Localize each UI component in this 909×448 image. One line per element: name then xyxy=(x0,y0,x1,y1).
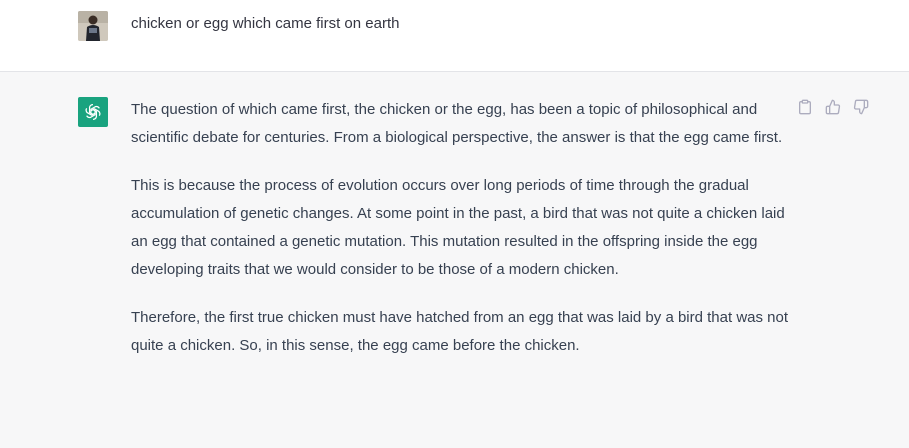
user-message-row: chicken or egg which came first on earth xyxy=(0,0,909,72)
copy-button[interactable] xyxy=(796,98,814,116)
user-avatar xyxy=(78,11,108,41)
answer-paragraph-1: The question of which came first, the ch… xyxy=(131,101,783,146)
assistant-message-text: The question of which came first, the ch… xyxy=(131,96,791,380)
chatgpt-logo-icon xyxy=(78,97,108,127)
assistant-message-row: The question of which came first, the ch… xyxy=(0,72,909,448)
message-actions xyxy=(796,98,870,116)
thumbs-up-icon xyxy=(825,99,841,115)
answer-paragraph-3: Therefore, the first true chicken must h… xyxy=(131,309,789,354)
thumbs-down-icon xyxy=(853,99,869,115)
user-photo-icon xyxy=(78,11,108,41)
clipboard-icon xyxy=(799,99,811,115)
answer-paragraph-2: This is because the process of evolution… xyxy=(131,177,785,278)
thumbs-down-button[interactable] xyxy=(852,98,870,116)
thumbs-up-button[interactable] xyxy=(824,98,842,116)
user-message-text: chicken or egg which came first on earth xyxy=(131,15,400,32)
